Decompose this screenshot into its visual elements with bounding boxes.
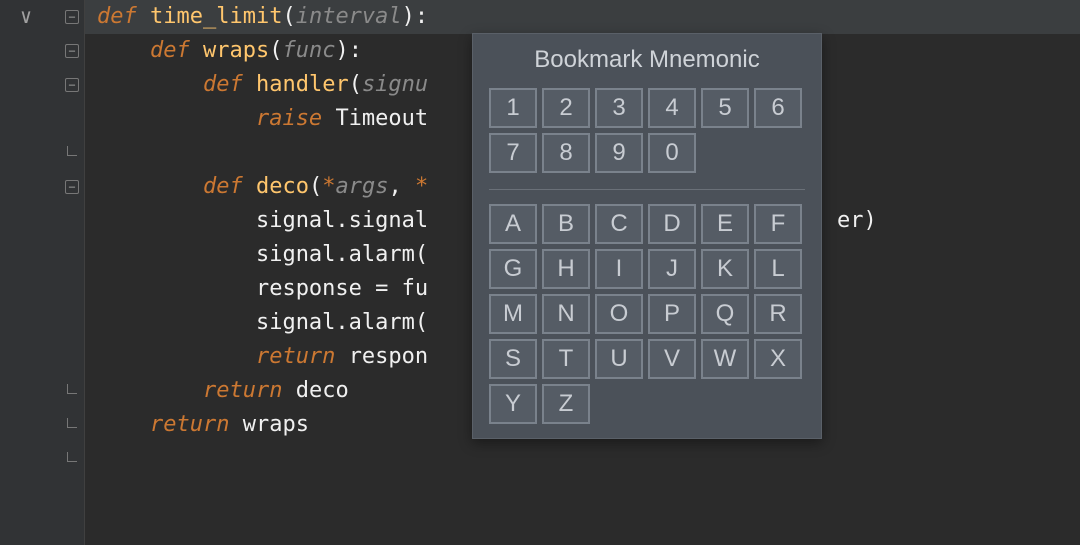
mnemonic-key-h[interactable]: H: [542, 249, 590, 289]
mnemonic-key-f[interactable]: F: [754, 204, 802, 244]
mnemonic-key-7[interactable]: 7: [489, 133, 537, 173]
editor-gutter: ∨ − − − −: [0, 0, 85, 545]
mnemonic-key-i[interactable]: I: [595, 249, 643, 289]
mnemonic-key-m[interactable]: M: [489, 294, 537, 334]
mnemonic-key-1[interactable]: 1: [489, 88, 537, 128]
bookmark-mnemonic-popup: Bookmark Mnemonic 123456 7890 ABCDEF GHIJK…: [472, 33, 822, 439]
mnemonic-key-u[interactable]: U: [595, 339, 643, 379]
mnemonic-key-6[interactable]: 6: [754, 88, 802, 128]
mnemonic-key-l[interactable]: L: [754, 249, 802, 289]
mnemonic-key-9[interactable]: 9: [595, 133, 643, 173]
mnemonic-key-j[interactable]: J: [648, 249, 696, 289]
mnemonic-key-v[interactable]: V: [648, 339, 696, 379]
mnemonic-key-s[interactable]: S: [489, 339, 537, 379]
mnemonic-key-4[interactable]: 4: [648, 88, 696, 128]
mnemonic-key-2[interactable]: 2: [542, 88, 590, 128]
code-line[interactable]: def time_limit(interval):: [85, 0, 1080, 34]
popup-divider: [489, 189, 805, 190]
mnemonic-key-r[interactable]: R: [754, 294, 802, 334]
mnemonic-key-a[interactable]: A: [489, 204, 537, 244]
fold-end-icon: [67, 384, 77, 394]
fold-end-icon: [67, 418, 77, 428]
mnemonic-key-x[interactable]: X: [754, 339, 802, 379]
mnemonic-key-t[interactable]: T: [542, 339, 590, 379]
letter-keys: ABCDEF GHIJKL MNOPQR STUVWX YZ: [489, 204, 805, 424]
popup-title: Bookmark Mnemonic: [489, 46, 805, 74]
mnemonic-key-0[interactable]: 0: [648, 133, 696, 173]
mnemonic-key-q[interactable]: Q: [701, 294, 749, 334]
mnemonic-key-c[interactable]: C: [595, 204, 643, 244]
mnemonic-key-g[interactable]: G: [489, 249, 537, 289]
mnemonic-key-n[interactable]: N: [542, 294, 590, 334]
fold-minus-icon[interactable]: −: [65, 44, 79, 58]
mnemonic-key-8[interactable]: 8: [542, 133, 590, 173]
fold-minus-icon[interactable]: −: [65, 180, 79, 194]
mnemonic-key-y[interactable]: Y: [489, 384, 537, 424]
fold-end-icon: [67, 146, 77, 156]
mnemonic-key-d[interactable]: D: [648, 204, 696, 244]
mnemonic-key-b[interactable]: B: [542, 204, 590, 244]
fold-end-icon: [67, 452, 77, 462]
mnemonic-key-e[interactable]: E: [701, 204, 749, 244]
mnemonic-key-z[interactable]: Z: [542, 384, 590, 424]
method-chevron-icon[interactable]: ∨: [18, 8, 34, 24]
mnemonic-key-w[interactable]: W: [701, 339, 749, 379]
mnemonic-key-p[interactable]: P: [648, 294, 696, 334]
fold-minus-icon[interactable]: −: [65, 10, 79, 24]
mnemonic-key-k[interactable]: K: [701, 249, 749, 289]
mnemonic-key-5[interactable]: 5: [701, 88, 749, 128]
fold-minus-icon[interactable]: −: [65, 78, 79, 92]
number-keys: 123456 7890: [489, 88, 805, 173]
mnemonic-key-o[interactable]: O: [595, 294, 643, 334]
code-tail: er): [837, 204, 877, 238]
mnemonic-key-3[interactable]: 3: [595, 88, 643, 128]
